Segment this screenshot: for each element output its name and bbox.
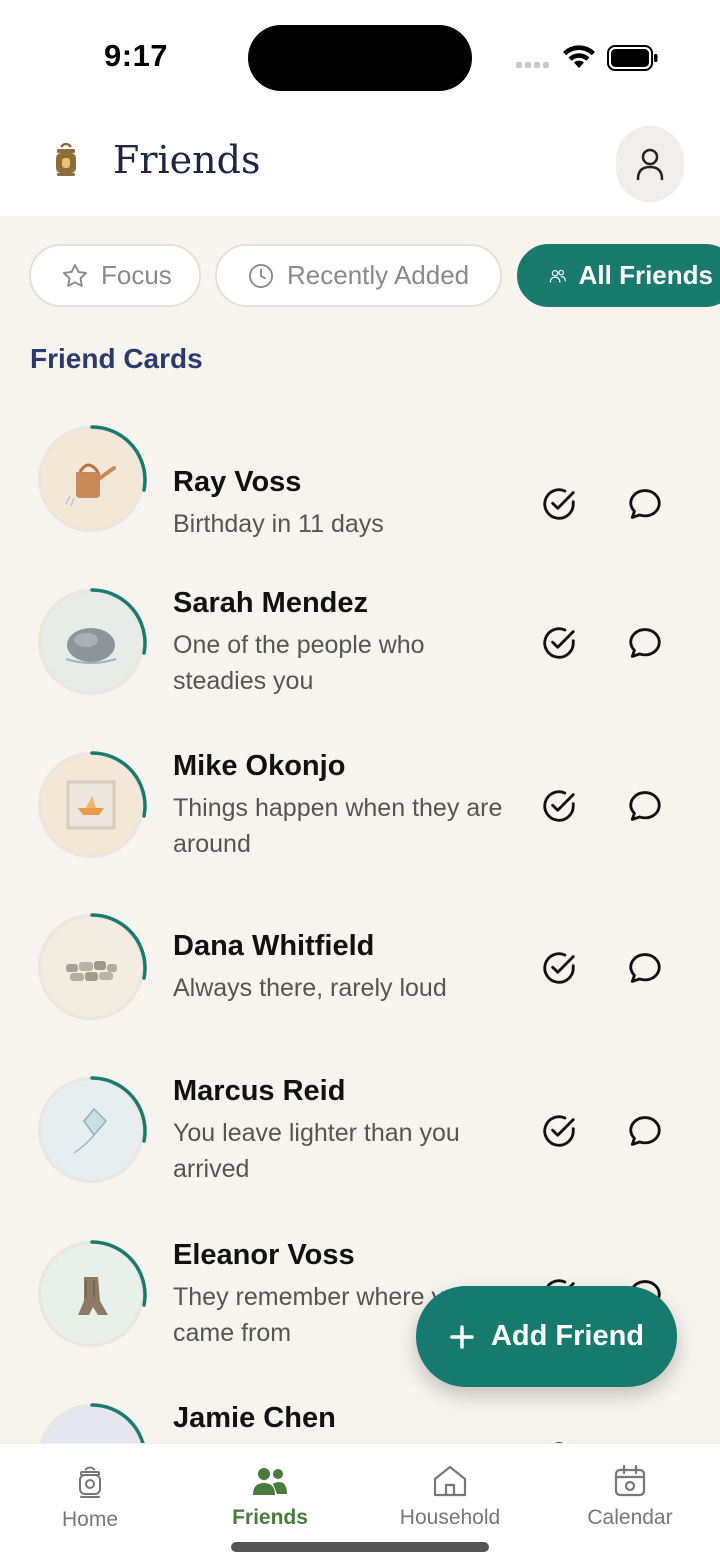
friend-row[interactable]: Sarah Mendez One of the people who stead… bbox=[0, 587, 720, 747]
chat-bubble-icon bbox=[629, 489, 661, 519]
progress-arc bbox=[37, 425, 147, 535]
house-icon bbox=[433, 1465, 467, 1497]
progress-ring bbox=[37, 425, 147, 535]
chat-bubble-icon bbox=[629, 628, 661, 658]
filter-all-friends-label: All Friends bbox=[578, 260, 713, 290]
friend-row[interactable]: Dana Whitfield Always there, rarely loud bbox=[0, 912, 720, 1072]
tab-friends-label: Friends bbox=[232, 1506, 308, 1529]
check-circle-icon bbox=[543, 790, 575, 822]
check-in-button[interactable] bbox=[539, 948, 579, 988]
people-icon bbox=[549, 269, 566, 283]
check-in-button[interactable] bbox=[539, 1111, 579, 1151]
progress-ring bbox=[37, 588, 147, 698]
tab-calendar-label: Calendar bbox=[587, 1506, 673, 1529]
friend-avatar[interactable] bbox=[36, 1239, 148, 1351]
tab-home-label: Home bbox=[61, 1508, 119, 1531]
friend-name: Marcus Reid bbox=[173, 1075, 346, 1107]
chat-bubble-icon bbox=[629, 791, 661, 821]
message-button[interactable] bbox=[625, 786, 665, 826]
cellular-signal-icon bbox=[516, 62, 549, 68]
progress-ring bbox=[37, 751, 147, 861]
progress-ring bbox=[37, 913, 147, 1023]
friend-avatar[interactable] bbox=[36, 750, 148, 862]
progress-ring bbox=[37, 1240, 147, 1350]
friend-avatar[interactable] bbox=[36, 587, 148, 699]
check-circle-icon bbox=[543, 627, 575, 659]
filter-recently-added-label: Recently Added bbox=[287, 260, 470, 290]
plus-icon bbox=[450, 1324, 474, 1349]
friend-subtitle: Things happen when they are around bbox=[173, 794, 503, 858]
check-circle-icon bbox=[543, 1115, 575, 1147]
tab-friends[interactable]: Friends bbox=[180, 1464, 360, 1544]
friend-name: Mike Okonjo bbox=[173, 750, 346, 782]
battery-icon bbox=[607, 45, 658, 71]
message-button[interactable] bbox=[625, 484, 665, 524]
check-in-button[interactable] bbox=[539, 786, 579, 826]
friend-row[interactable]: Mike Okonjo Things happen when they are … bbox=[0, 750, 720, 910]
progress-arc bbox=[37, 588, 147, 698]
status-bar: 9:17 bbox=[0, 0, 720, 116]
add-friend-button[interactable]: Add Friend bbox=[416, 1286, 677, 1387]
section-title: Friend Cards bbox=[30, 343, 203, 374]
friend-avatar[interactable] bbox=[36, 1075, 148, 1187]
dynamic-island bbox=[248, 25, 472, 91]
person-icon bbox=[636, 148, 664, 181]
tab-household[interactable]: Household bbox=[360, 1464, 540, 1544]
friend-subtitle: Birthday in 11 days bbox=[173, 510, 384, 538]
friend-name: Sarah Mendez bbox=[173, 587, 368, 619]
page-title: Friends bbox=[113, 138, 261, 182]
friend-avatar[interactable] bbox=[36, 912, 148, 1024]
profile-button[interactable] bbox=[616, 126, 684, 202]
progress-arc bbox=[37, 1076, 147, 1186]
home-indicator bbox=[231, 1542, 489, 1552]
tab-household-label: Household bbox=[399, 1506, 501, 1529]
tab-calendar[interactable]: Calendar bbox=[540, 1464, 720, 1544]
friend-name: Dana Whitfield bbox=[173, 930, 375, 962]
friend-subtitle: Always there, rarely loud bbox=[173, 974, 447, 1002]
friend-row[interactable]: Marcus Reid You leave lighter than you a… bbox=[0, 1075, 720, 1235]
check-in-button[interactable] bbox=[539, 623, 579, 663]
friend-name: Eleanor Voss bbox=[173, 1239, 355, 1271]
lantern-icon bbox=[79, 1466, 101, 1498]
calendar-icon bbox=[614, 1464, 646, 1497]
message-button[interactable] bbox=[625, 948, 665, 988]
friend-name: Ray Voss bbox=[173, 466, 302, 498]
check-circle-icon bbox=[543, 952, 575, 984]
friend-subtitle: You leave lighter than you arrived bbox=[173, 1119, 460, 1183]
friend-subtitle: One of the people who steadies you bbox=[173, 631, 425, 695]
tab-home[interactable]: Home bbox=[0, 1464, 180, 1544]
lantern-icon bbox=[56, 142, 76, 176]
star-icon bbox=[62, 263, 88, 287]
message-button[interactable] bbox=[625, 1111, 665, 1151]
chat-bubble-icon bbox=[629, 953, 661, 983]
check-circle-icon bbox=[543, 488, 575, 520]
app-header: Friends bbox=[0, 116, 720, 216]
progress-arc bbox=[37, 1240, 147, 1350]
friend-name: Jamie Chen bbox=[173, 1402, 336, 1434]
wifi-icon bbox=[563, 45, 595, 68]
progress-arc bbox=[37, 913, 147, 1023]
progress-ring bbox=[37, 1076, 147, 1186]
filter-all-friends-chip[interactable]: All Friends bbox=[517, 244, 720, 307]
people-icon bbox=[253, 1468, 287, 1495]
filter-focus-label: Focus bbox=[101, 260, 172, 290]
filter-recently-added-chip[interactable]: Recently Added bbox=[215, 244, 502, 307]
clock-icon bbox=[248, 263, 274, 288]
friend-avatar[interactable] bbox=[36, 424, 148, 536]
check-in-button[interactable] bbox=[539, 484, 579, 524]
filter-chips: Focus Recently Added All Friends bbox=[0, 244, 720, 308]
friend-row[interactable]: Ray Voss Birthday in 11 days bbox=[0, 424, 720, 584]
progress-arc bbox=[37, 751, 147, 861]
status-time: 9:17 bbox=[104, 38, 169, 73]
message-button[interactable] bbox=[625, 623, 665, 663]
chat-bubble-icon bbox=[629, 1116, 661, 1146]
add-friend-label: Add Friend bbox=[490, 1320, 645, 1352]
filter-focus-chip[interactable]: Focus bbox=[29, 244, 201, 307]
